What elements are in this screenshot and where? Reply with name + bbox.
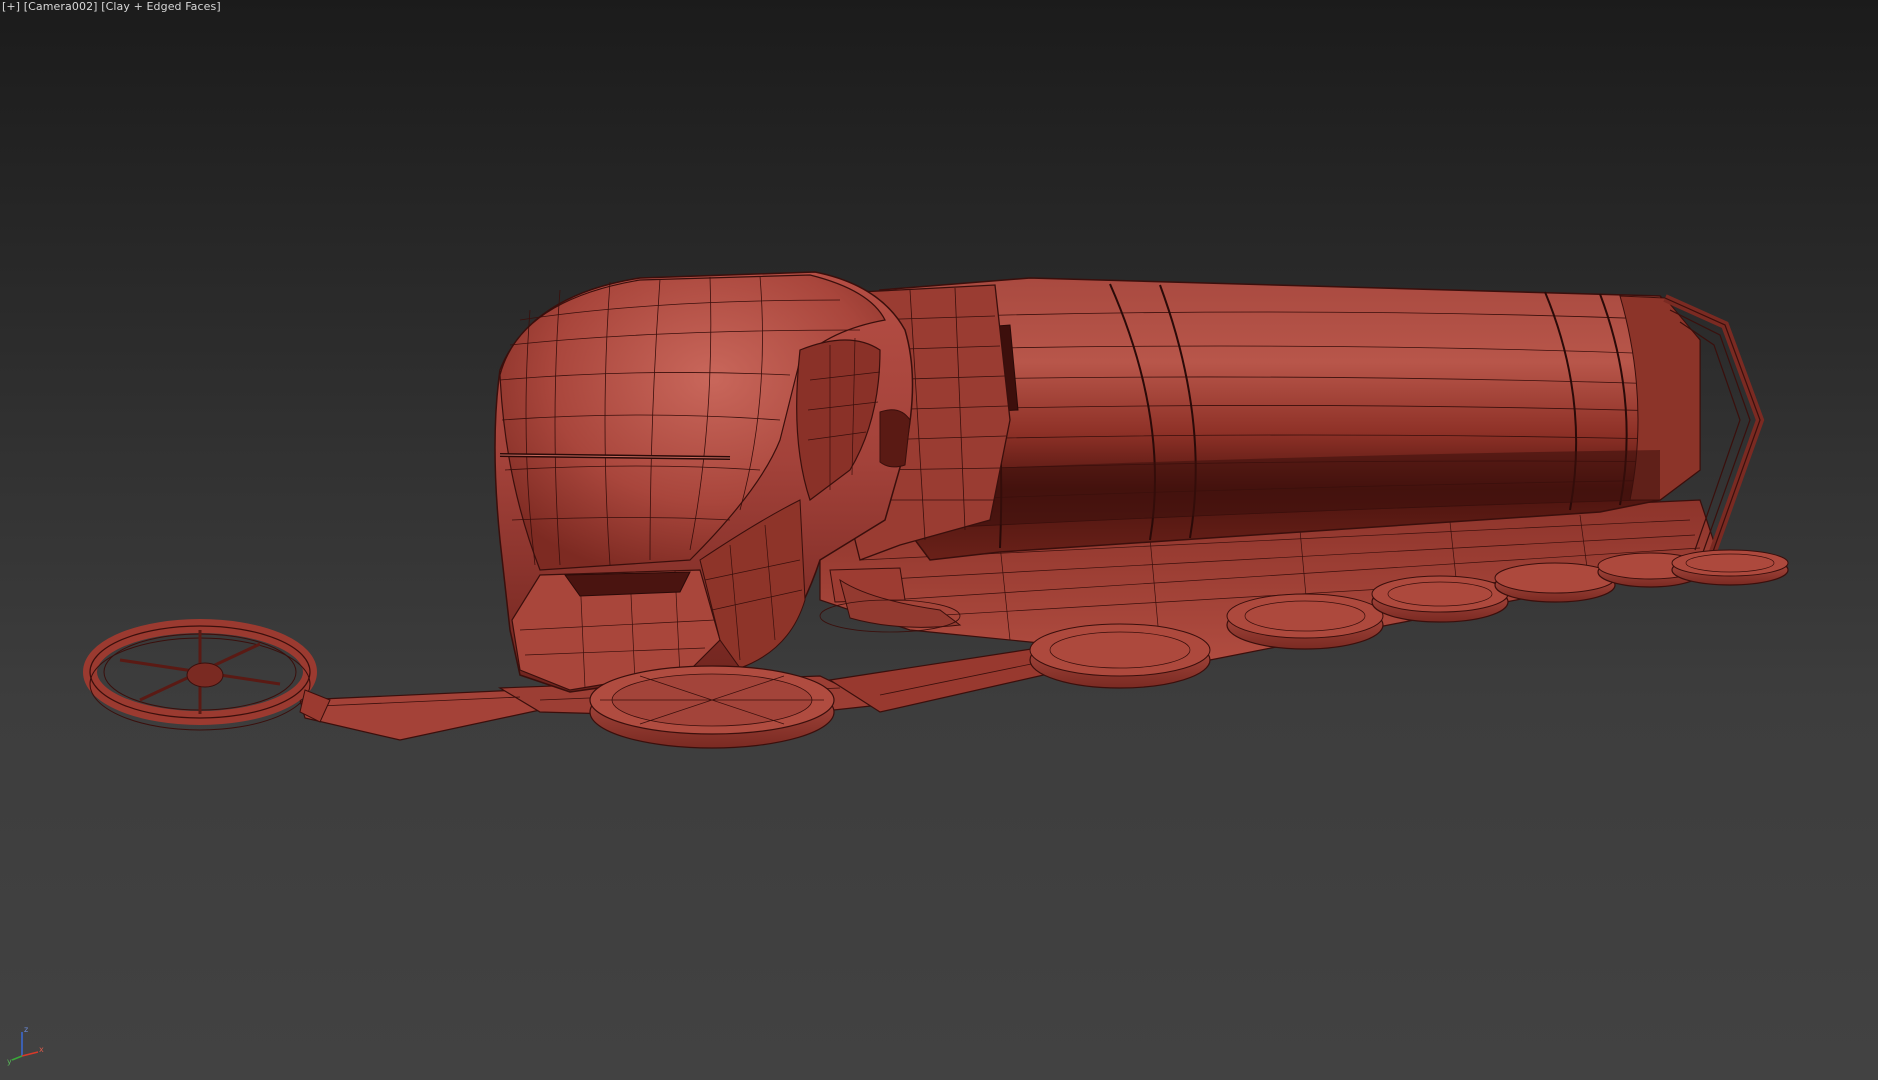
rotor-front-left bbox=[83, 619, 331, 731]
axis-z-label: z bbox=[24, 1025, 28, 1034]
vehicle-model bbox=[83, 271, 1789, 749]
axis-tripod-icon: z x y bbox=[7, 1025, 44, 1066]
axis-x-label: x bbox=[39, 1045, 44, 1054]
rotor-mid-3 bbox=[1371, 575, 1509, 623]
axis-y-line bbox=[11, 1055, 23, 1061]
axis-y-label: y bbox=[7, 1057, 12, 1066]
axis-x-line bbox=[21, 1051, 39, 1057]
rotor-mid-1 bbox=[1029, 623, 1211, 689]
rotor-rear-1 bbox=[1494, 562, 1616, 603]
viewport-camera002[interactable]: [+] [Camera002] [Clay + Edged Faces] z x… bbox=[0, 0, 1878, 1080]
rotor-rear-3 bbox=[1671, 549, 1789, 586]
rotor-mid-2 bbox=[1226, 593, 1384, 650]
rotor-front-center bbox=[589, 665, 835, 749]
